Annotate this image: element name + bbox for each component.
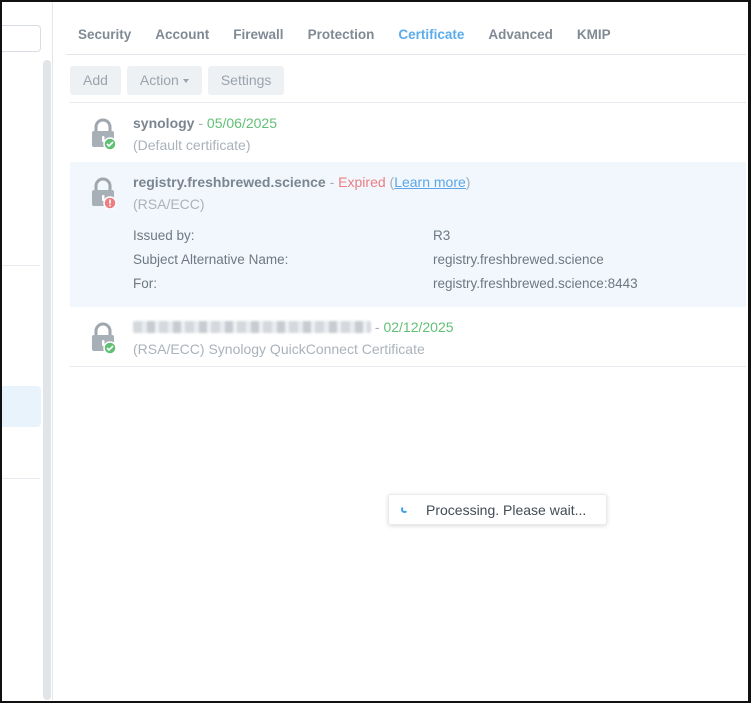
window-frame <box>0 0 751 703</box>
